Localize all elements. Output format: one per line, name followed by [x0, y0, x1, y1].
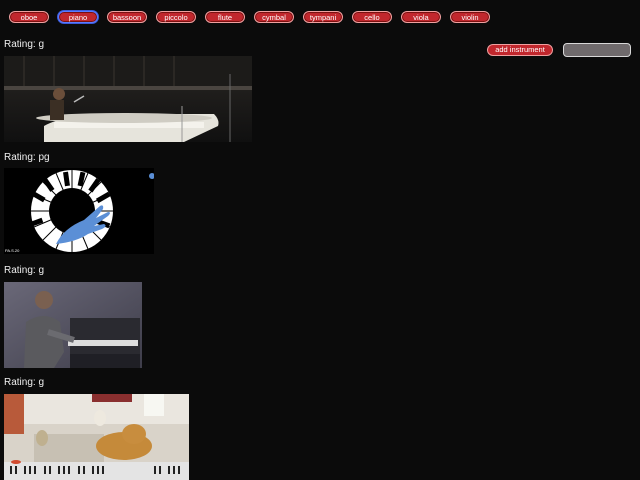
rating-label: Rating: g: [4, 39, 45, 50]
instrument-button-piano[interactable]: piano: [58, 11, 98, 23]
app-root: oboe piano bassoon piccolo flute cymbal …: [0, 0, 640, 480]
man-at-upright-piano-image: [4, 282, 142, 368]
man-singing-at-piano-image: [4, 56, 252, 142]
instrument-button-violin[interactable]: violin: [450, 11, 490, 23]
instrument-button-oboe[interactable]: oboe: [9, 11, 49, 23]
add-instrument-button[interactable]: add instrument: [487, 44, 553, 56]
result-image-1[interactable]: [4, 56, 252, 142]
logo-caption: PA.S.20: [5, 248, 20, 253]
instrument-button-tympani[interactable]: tympani: [303, 11, 343, 23]
rating-label: Rating: pg: [4, 152, 50, 163]
rating-label: Rating: g: [4, 265, 45, 276]
instrument-button-viola[interactable]: viola: [401, 11, 441, 23]
instrument-button-cello[interactable]: cello: [352, 11, 392, 23]
instrument-button-flute[interactable]: flute: [205, 11, 245, 23]
instrument-button-cymbal[interactable]: cymbal: [254, 11, 294, 23]
result-image-3[interactable]: [4, 282, 142, 368]
result-image-2[interactable]: PA.S.20: [4, 168, 154, 254]
instrument-button-piccolo[interactable]: piccolo: [156, 11, 196, 23]
instrument-button-bassoon[interactable]: bassoon: [107, 11, 147, 23]
rating-label: Rating: g: [4, 377, 45, 388]
add-instrument-input[interactable]: [563, 43, 631, 57]
piano-logo-image: PA.S.20: [4, 168, 154, 254]
result-image-4[interactable]: [4, 394, 189, 480]
dogs-playing-keyboard-image: [4, 394, 189, 480]
